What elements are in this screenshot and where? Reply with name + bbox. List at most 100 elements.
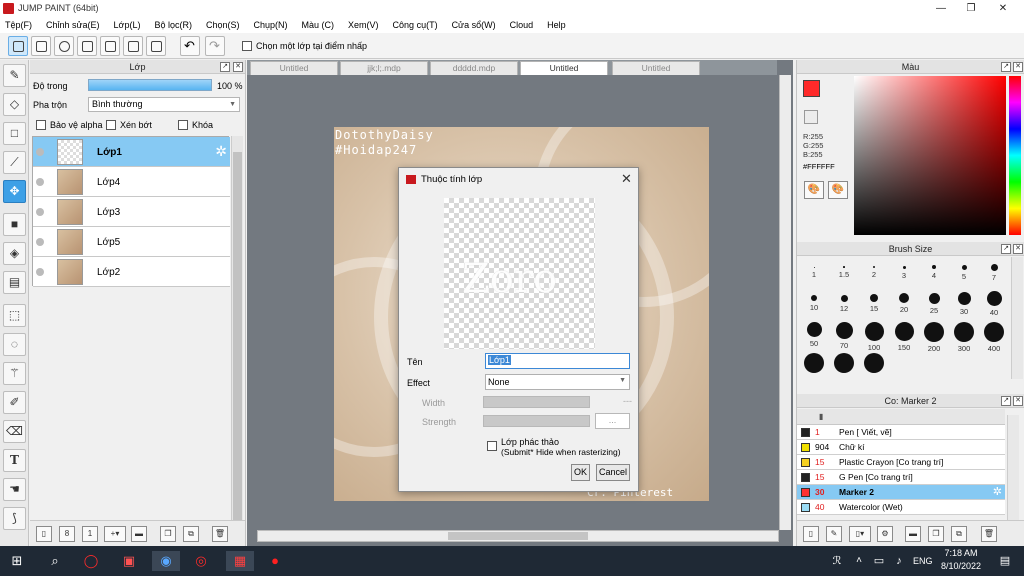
- transparent-color-swatch[interactable]: [804, 110, 818, 124]
- tool-list-item[interactable]: 15 G Pen [Co trang trí]: [797, 470, 1005, 485]
- zalo-icon[interactable]: ◉: [152, 551, 180, 571]
- layer-row[interactable]: Lớp4: [33, 167, 230, 197]
- brush-size-cell[interactable]: 200: [919, 319, 949, 353]
- visibility-icon[interactable]: [36, 238, 44, 246]
- jump-paint-icon[interactable]: ▦: [226, 551, 254, 571]
- menu-color[interactable]: Màu (C): [302, 20, 335, 30]
- redo-button[interactable]: ↷: [205, 36, 225, 56]
- new-8bit-layer-button[interactable]: 8: [59, 526, 75, 542]
- doc-tab[interactable]: Untitled: [612, 61, 700, 75]
- horizontal-scrollbar[interactable]: [257, 530, 779, 542]
- hue-slider[interactable]: [1009, 76, 1021, 235]
- tool-list-item[interactable]: 1 Pen [ Viết, vẽ]: [797, 425, 1005, 440]
- select-pen-tool[interactable]: ✐: [3, 391, 26, 414]
- balloon-button[interactable]: [77, 36, 97, 56]
- blend-mode-select[interactable]: Bình thường ▼: [88, 97, 240, 112]
- undo-button[interactable]: ↶: [180, 36, 200, 56]
- palette-edit-button[interactable]: 🎨: [828, 181, 848, 199]
- menu-filter[interactable]: Bộ lọc(R): [154, 20, 192, 30]
- panel-expand-icon[interactable]: ↗: [1001, 396, 1011, 406]
- minimize-button[interactable]: —: [926, 1, 956, 16]
- tool-list-item[interactable]: 30 Marker 2 ✲: [797, 485, 1005, 500]
- layer-row[interactable]: Lớp1 ✲: [33, 137, 230, 167]
- cancel-button[interactable]: Cancel: [596, 464, 630, 481]
- search-icon[interactable]: ⌕: [44, 551, 66, 571]
- select-eraser-tool[interactable]: ⌫: [3, 420, 26, 443]
- color-picker-field[interactable]: [854, 76, 1006, 235]
- restore-button[interactable]: ❐: [956, 1, 986, 16]
- effect-select[interactable]: None ▼: [485, 374, 630, 390]
- menu-file[interactable]: Tệp(F): [5, 20, 32, 30]
- record-icon[interactable]: ●: [264, 551, 286, 571]
- volume-icon[interactable]: ♪: [888, 551, 910, 571]
- fill-rect-tool[interactable]: ■: [3, 213, 26, 236]
- brush-size-cell[interactable]: 10: [799, 288, 829, 318]
- new-tool-button[interactable]: ▯: [803, 526, 819, 542]
- menu-capture[interactable]: Chụp(N): [254, 20, 288, 30]
- merge-tool-button[interactable]: ⧉: [951, 526, 967, 542]
- ok-button[interactable]: OK: [571, 464, 590, 481]
- merge-layer-button[interactable]: ⧉: [183, 526, 199, 542]
- palette-button[interactable]: 🎨: [804, 181, 824, 199]
- brush-size-cell[interactable]: 70: [829, 319, 859, 350]
- brush-size-cell[interactable]: 1.5: [829, 257, 859, 287]
- battery-icon[interactable]: ▭: [868, 551, 890, 571]
- clock-date[interactable]: 8/10/2022: [940, 561, 982, 571]
- panel-expand-icon[interactable]: ↗: [1001, 62, 1011, 72]
- strength-button[interactable]: ...: [595, 413, 630, 429]
- menu-select[interactable]: Chọn(S): [206, 20, 240, 30]
- brush-scrollbar[interactable]: [1011, 257, 1023, 379]
- brush-size-cell[interactable]: 25: [919, 288, 949, 318]
- comment-button[interactable]: [54, 36, 74, 56]
- gear-icon[interactable]: ✲: [993, 485, 1002, 499]
- opera-icon[interactable]: ◯: [80, 551, 102, 571]
- line-tool[interactable]: ⟋: [3, 151, 26, 174]
- brush-size-cell[interactable]: 4: [919, 257, 949, 287]
- menu-layer[interactable]: Lớp(L): [114, 20, 141, 30]
- draft-layer-checkbox[interactable]: [487, 441, 497, 451]
- scroll-thumb[interactable]: [448, 532, 588, 540]
- tool-list-item[interactable]: 904 Chữ kí: [797, 440, 1005, 455]
- people-icon[interactable]: ℛ: [826, 551, 848, 571]
- language-indicator[interactable]: ENG: [913, 556, 933, 566]
- menu-view[interactable]: Xem(V): [348, 20, 379, 30]
- brush-size-cell[interactable]: 100: [859, 319, 889, 352]
- brush-size-cell[interactable]: 2: [859, 257, 889, 287]
- menu-help[interactable]: Help: [547, 20, 566, 30]
- hand-tool[interactable]: ☚: [3, 478, 26, 501]
- doc-tab[interactable]: jjk;l;.mdp: [340, 61, 428, 75]
- brush-size-cell[interactable]: 40: [979, 288, 1009, 318]
- text-tool[interactable]: T: [3, 449, 26, 472]
- visibility-icon[interactable]: [36, 148, 44, 156]
- doc-tab[interactable]: ddddd.mdp: [430, 61, 518, 75]
- new-brush-button[interactable]: ✎: [826, 526, 842, 542]
- brush-size-cell[interactable]: 300: [949, 319, 979, 353]
- lock-checkbox[interactable]: [178, 120, 188, 130]
- add-tool-menu-button[interactable]: ▯▾: [849, 526, 871, 542]
- app-red-icon[interactable]: ▣: [118, 551, 140, 571]
- brush-size-cell[interactable]: 50: [799, 319, 829, 349]
- panel-close-icon[interactable]: ✕: [1013, 244, 1023, 254]
- menu-window[interactable]: Cửa sổ(W): [452, 20, 496, 30]
- magic-wand-tool[interactable]: ⚚: [3, 362, 26, 385]
- foreground-color-swatch[interactable]: [803, 80, 820, 97]
- bucket-tool[interactable]: ◈: [3, 242, 26, 265]
- opacity-slider[interactable]: [88, 79, 212, 91]
- brush-size-cell[interactable]: 150: [889, 319, 919, 352]
- add-layer-menu-button[interactable]: +▾: [104, 526, 126, 542]
- clock-time[interactable]: 7:18 AM: [940, 548, 982, 558]
- lasso-tool[interactable]: ◌: [3, 333, 26, 356]
- move-tool[interactable]: ✥: [3, 180, 26, 203]
- brush-size-cell[interactable]: [799, 350, 829, 380]
- brush-size-cell[interactable]: 20: [889, 288, 919, 318]
- checklist-button[interactable]: [146, 36, 166, 56]
- menu-tools[interactable]: Công cụ(T): [393, 20, 438, 30]
- notification-icon[interactable]: ▤: [994, 551, 1016, 571]
- new-layer-button[interactable]: ▯: [36, 526, 52, 542]
- new-1bit-layer-button[interactable]: 1: [82, 526, 98, 542]
- strength-slider[interactable]: [483, 415, 590, 427]
- brush-size-cell[interactable]: [829, 350, 859, 380]
- windows-start-icon[interactable]: ⊞: [6, 551, 28, 571]
- rect-select-tool[interactable]: □: [3, 122, 26, 145]
- gear-icon[interactable]: ✲: [215, 143, 227, 160]
